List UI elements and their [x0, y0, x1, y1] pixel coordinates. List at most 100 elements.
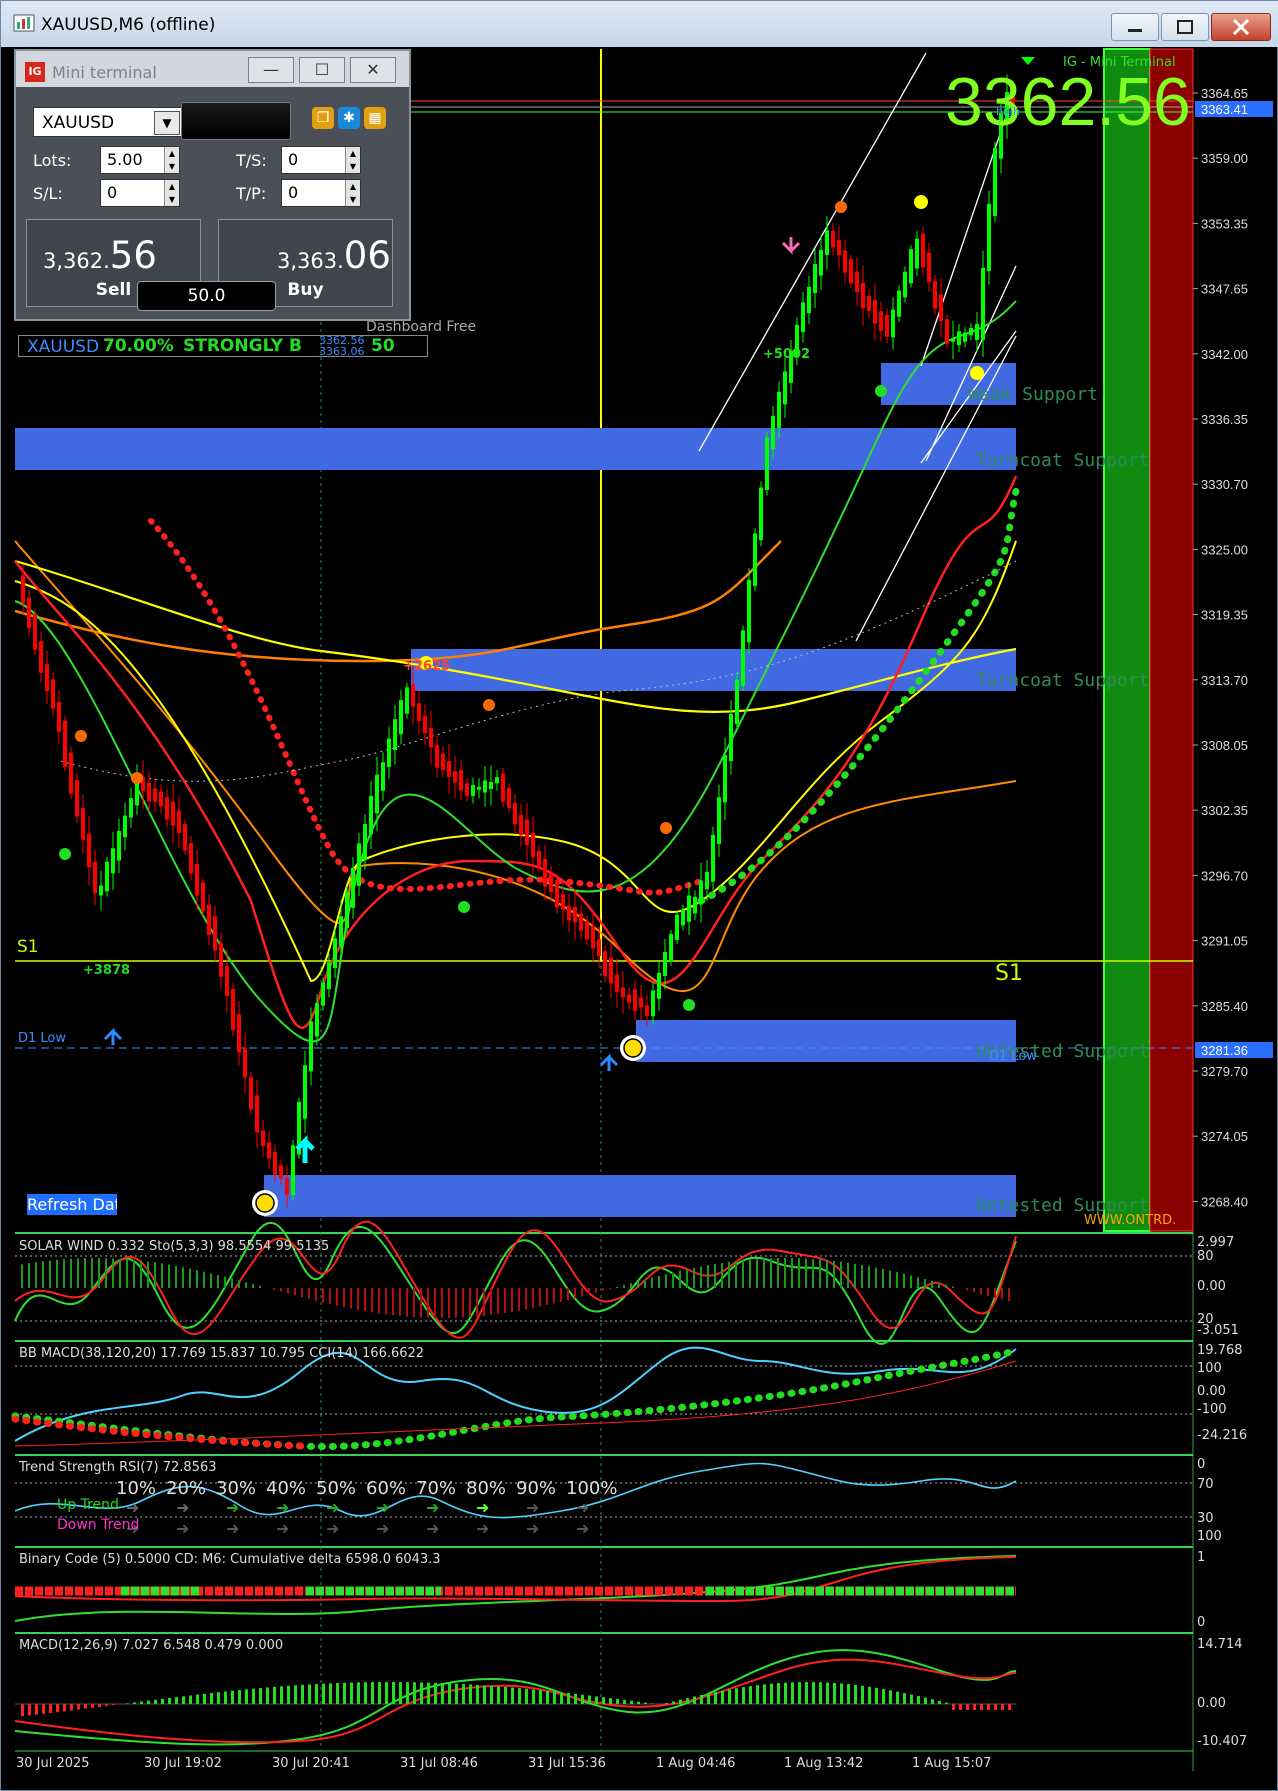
candle-body — [825, 230, 829, 255]
mini-terminal[interactable]: IG Mini terminal — ☐ ✕ XAUUSD ▼ ❐ ✱ ▦ Lo… — [14, 49, 411, 321]
solarwind-bar — [175, 1265, 177, 1288]
price-label: 3364.65 — [1201, 86, 1248, 101]
mini-close-button[interactable]: ✕ — [350, 57, 396, 83]
panel-title-trend-strength: Trend Strength RSI(7) 72.8563 — [19, 1460, 217, 1475]
macd-bar — [448, 1683, 451, 1704]
candle-body — [261, 1130, 265, 1146]
profit-label: +2625 — [403, 659, 451, 674]
solarwind-bar — [672, 1272, 674, 1288]
lots-input[interactable]: 5.00 ▲ ▼ — [100, 146, 180, 174]
solarwind-bar — [651, 1277, 653, 1288]
solarwind-bar — [252, 1284, 254, 1288]
macd-bar — [581, 1694, 584, 1704]
macd-bar — [910, 1694, 913, 1704]
ts-input[interactable]: 0 ▲ ▼ — [281, 146, 361, 174]
macd-bar — [70, 1704, 73, 1711]
macd-bar — [63, 1704, 66, 1712]
macd-bar — [770, 1683, 773, 1704]
solarwind-bar — [357, 1288, 359, 1310]
price-label: 3291.05 — [1201, 934, 1248, 949]
candle-body — [381, 762, 385, 791]
stepper-icon[interactable]: ▲ ▼ — [345, 180, 360, 206]
solarwind-bar — [476, 1288, 478, 1317]
solarwind-bar — [525, 1288, 527, 1310]
settings-icon[interactable]: ✱ — [338, 107, 360, 129]
macd-bar — [273, 1686, 276, 1704]
candle-body — [195, 863, 199, 896]
solarwind-bar — [238, 1280, 240, 1288]
sl-input[interactable]: 0 ▲ ▼ — [100, 179, 180, 207]
candle-body — [333, 938, 337, 969]
macd-bar — [231, 1690, 234, 1704]
tp-input[interactable]: 0 ▲ ▼ — [281, 179, 361, 207]
up-trend-arrow-icon: ➜ — [226, 1498, 240, 1517]
macd-bar — [588, 1695, 591, 1704]
marker-dot — [875, 385, 887, 397]
macd-bar — [21, 1704, 24, 1717]
time-label: 31 Jul 08:46 — [400, 1756, 478, 1771]
price-label: 3302.35 — [1201, 803, 1248, 818]
candle-body — [309, 1021, 313, 1072]
candle-body — [927, 252, 931, 282]
solarwind-bar — [847, 1262, 849, 1288]
title-bar[interactable]: XAUUSD,M6 (offline) — [1, 1, 1278, 47]
candle-body — [603, 951, 607, 977]
stepper-icon[interactable]: ▲ ▼ — [345, 147, 360, 173]
scale-label: -24.216 — [1197, 1428, 1248, 1443]
www-label: WWW.ONTRD. — [1084, 1213, 1177, 1228]
zone-untested-support-1 — [636, 1020, 1016, 1062]
minimize-button[interactable] — [1111, 13, 1159, 41]
solarwind-bar — [721, 1262, 723, 1288]
close-button[interactable] — [1211, 13, 1271, 41]
mini-minimize-button[interactable]: — — [248, 57, 294, 83]
candle-body — [351, 867, 355, 908]
mini-maximize-button[interactable]: ☐ — [299, 57, 345, 83]
solarwind-bar — [126, 1259, 128, 1288]
scale-label: 0 — [1197, 1457, 1206, 1472]
scale-label: -3.051 — [1197, 1323, 1239, 1338]
solarwind-bar — [217, 1274, 219, 1288]
stepper-icon[interactable]: ▲ ▼ — [164, 147, 179, 173]
up-trend-label: Up Trend — [57, 1497, 119, 1513]
scale-label: 0.00 — [1197, 1279, 1226, 1294]
buy-price-pips: 06 — [343, 234, 391, 277]
trend-strength-percent: 20% — [166, 1478, 207, 1499]
candle-body — [123, 815, 127, 838]
dash-signal: STRONGLY B — [183, 336, 302, 356]
candle-body — [657, 972, 661, 999]
macd-bar — [364, 1682, 367, 1704]
chevron-down-icon[interactable]: ▼ — [154, 111, 180, 135]
macd-bar — [609, 1698, 612, 1704]
candle-body — [867, 295, 871, 311]
candle-body — [609, 957, 613, 984]
macd-bar — [217, 1692, 220, 1704]
copy-icon[interactable]: ❐ — [312, 107, 334, 129]
mini-terminal-titlebar[interactable]: IG Mini terminal — ☐ ✕ — [16, 51, 409, 87]
symbol-select[interactable]: XAUUSD ▼ — [33, 107, 185, 137]
solarwind-bar — [700, 1266, 702, 1288]
macd-bar — [637, 1701, 640, 1704]
solarwind-bar — [469, 1288, 471, 1317]
solarwind-bar — [707, 1265, 709, 1288]
refresh-data-button[interactable]: Refresh Dat — [27, 1194, 117, 1215]
macd-bar — [161, 1698, 164, 1704]
s1-left-label: S1 — [17, 937, 39, 957]
sell-price-pips: 56 — [109, 234, 157, 277]
solarwind-bar — [413, 1288, 415, 1318]
zone-untested-support-2 — [264, 1175, 1016, 1217]
price-label: 3285.40 — [1201, 999, 1248, 1014]
solarwind-bar — [343, 1288, 345, 1308]
maximize-button[interactable] — [1161, 13, 1209, 41]
macd-bar — [574, 1693, 577, 1704]
solarwind-bar — [329, 1288, 331, 1305]
solarwind-bar — [441, 1288, 443, 1318]
solarwind-bar — [616, 1286, 618, 1288]
grid-icon[interactable]: ▦ — [364, 107, 386, 129]
stepper-icon[interactable]: ▲ ▼ — [164, 180, 179, 206]
symbol-value: XAUUSD — [42, 113, 115, 133]
candle-body — [555, 879, 559, 908]
macd-bar — [77, 1704, 80, 1710]
candle-body — [81, 808, 85, 840]
candle-body — [537, 850, 541, 867]
candle-body — [243, 1048, 247, 1078]
